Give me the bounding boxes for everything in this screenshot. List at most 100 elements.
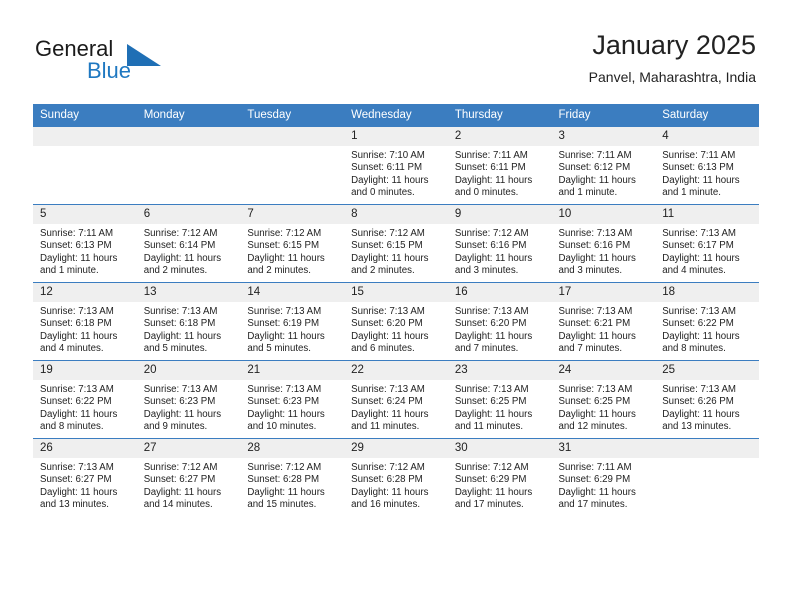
sunset-text: Sunset: 6:22 PM	[662, 318, 734, 330]
sunset-text: Sunset: 6:18 PM	[40, 318, 112, 330]
daylight-text: Daylight: 11 hours and 17 minutes.	[454, 486, 533, 511]
calendar-day-cell[interactable]: 18 Sunrise: 7:13 AM Sunset: 6:22 PM Dayligh…	[655, 282, 759, 361]
calendar-day-cell-empty	[136, 126, 241, 205]
calendar-day-cell[interactable]: 1 Sunrise: 7:10 AM Sunset: 6:11 PM Daylight…	[344, 126, 448, 205]
calendar-day-cell[interactable]: 8 Sunrise: 7:12 AM Sunset: 6:15 PM Daylight…	[344, 204, 448, 283]
day-number: 2	[447, 127, 552, 146]
weekday-header-wednesday: Wednesday	[344, 104, 448, 127]
day-number: 1	[344, 127, 448, 146]
sunset-text: Sunset: 6:13 PM	[662, 162, 734, 174]
day-number: 16	[447, 283, 552, 302]
calendar-day-cell[interactable]: 16 Sunrise: 7:13 AM Sunset: 6:20 PM Dayligh…	[447, 282, 552, 361]
calendar-week-row: 19 Sunrise: 7:13 AM Sunset: 6:22 PM Dayligh…	[33, 360, 759, 439]
calendar-day-cell[interactable]: 17 Sunrise: 7:13 AM Sunset: 6:21 PM Dayligh…	[551, 282, 656, 361]
daylight-text: Daylight: 11 hours and 2 minutes.	[351, 252, 429, 277]
day-number: 23	[447, 361, 552, 380]
calendar-day-cell[interactable]: 23 Sunrise: 7:13 AM Sunset: 6:25 PM Dayligh…	[447, 360, 552, 439]
general-blue-logo[interactable]: General Blue	[35, 36, 215, 88]
calendar-day-cell[interactable]: 22 Sunrise: 7:13 AM Sunset: 6:24 PM Dayligh…	[344, 360, 448, 439]
page-title: January 2025	[592, 30, 756, 60]
calendar-day-cell[interactable]: 25 Sunrise: 7:13 AM Sunset: 6:26 PM Dayligh…	[655, 360, 759, 439]
calendar-day-cell[interactable]: 3 Sunrise: 7:11 AM Sunset: 6:12 PM Daylight…	[551, 126, 656, 205]
day-number: 17	[551, 283, 656, 302]
calendar-day-cell[interactable]: 21 Sunrise: 7:13 AM Sunset: 6:23 PM Dayligh…	[240, 360, 345, 439]
daylight-text: Daylight: 11 hours and 10 minutes.	[247, 408, 325, 433]
day-info: Sunrise: 7:13 AM Sunset: 6:21 PM Daylight:…	[552, 302, 656, 356]
sunset-text: Sunset: 6:11 PM	[454, 162, 526, 174]
day-number: 15	[344, 283, 448, 302]
calendar-day-cell[interactable]: 10 Sunrise: 7:13 AM Sunset: 6:16 PM Dayligh…	[551, 204, 656, 283]
daylight-text: Daylight: 11 hours and 12 minutes.	[558, 408, 636, 433]
day-number: 18	[655, 283, 759, 302]
sunset-text: Sunset: 6:25 PM	[558, 396, 631, 408]
weekday-header-saturday: Saturday	[655, 104, 759, 127]
daylight-text: Daylight: 11 hours and 4 minutes.	[40, 330, 118, 355]
day-info: Sunrise: 7:13 AM Sunset: 6:16 PM Daylight:…	[552, 224, 656, 278]
day-number: 27	[136, 439, 241, 458]
sunrise-text: Sunrise: 7:13 AM	[454, 306, 529, 317]
daylight-text: Daylight: 11 hours and 1 minute.	[40, 252, 118, 277]
sunrise-text: Sunrise: 7:13 AM	[558, 306, 633, 317]
calendar-day-cell[interactable]: 27 Sunrise: 7:12 AM Sunset: 6:27 PM Dayligh…	[136, 438, 241, 516]
calendar-day-cell[interactable]: 2 Sunrise: 7:11 AM Sunset: 6:11 PM Daylight…	[447, 126, 552, 205]
calendar-day-cell[interactable]: 4 Sunrise: 7:11 AM Sunset: 6:13 PM Daylight…	[655, 126, 759, 205]
sunset-text: Sunset: 6:22 PM	[40, 396, 112, 408]
day-info: Sunrise: 7:12 AM Sunset: 6:16 PM Daylight:…	[448, 224, 552, 278]
calendar-day-cell[interactable]: 6 Sunrise: 7:12 AM Sunset: 6:14 PM Daylight…	[136, 204, 241, 283]
day-number: 7	[240, 205, 345, 224]
sunrise-text: Sunrise: 7:11 AM	[454, 150, 528, 161]
day-number	[33, 127, 137, 146]
sunrise-text: Sunrise: 7:11 AM	[558, 462, 632, 473]
calendar-day-cell[interactable]: 15 Sunrise: 7:13 AM Sunset: 6:20 PM Dayligh…	[344, 282, 448, 361]
daylight-text: Daylight: 11 hours and 7 minutes.	[454, 330, 533, 355]
calendar-body: 1 Sunrise: 7:10 AM Sunset: 6:11 PM Daylight…	[33, 126, 759, 516]
calendar-day-cell[interactable]: 24 Sunrise: 7:13 AM Sunset: 6:25 PM Dayligh…	[551, 360, 656, 439]
sunrise-text: Sunrise: 7:13 AM	[351, 306, 425, 317]
calendar-day-cell[interactable]: 7 Sunrise: 7:12 AM Sunset: 6:15 PM Daylight…	[240, 204, 345, 283]
day-info: Sunrise: 7:12 AM Sunset: 6:15 PM Daylight:…	[240, 224, 344, 278]
sunrise-text: Sunrise: 7:13 AM	[247, 306, 322, 317]
day-number: 9	[447, 205, 552, 224]
day-info: Sunrise: 7:13 AM Sunset: 6:19 PM Daylight:…	[240, 302, 344, 356]
day-info: Sunrise: 7:13 AM Sunset: 6:25 PM Daylight:…	[448, 380, 552, 434]
sunset-text: Sunset: 6:21 PM	[558, 318, 631, 330]
sunset-text: Sunset: 6:24 PM	[351, 396, 423, 408]
day-info: Sunrise: 7:12 AM Sunset: 6:14 PM Daylight:…	[137, 224, 241, 278]
calendar-day-cell[interactable]: 11 Sunrise: 7:13 AM Sunset: 6:17 PM Dayligh…	[655, 204, 759, 283]
calendar-day-cell[interactable]: 29 Sunrise: 7:12 AM Sunset: 6:28 PM Dayligh…	[344, 438, 448, 516]
calendar-day-cell[interactable]: 19 Sunrise: 7:13 AM Sunset: 6:22 PM Dayligh…	[33, 360, 137, 439]
day-info: Sunrise: 7:12 AM Sunset: 6:28 PM Daylight:…	[240, 458, 344, 512]
calendar-day-cell[interactable]: 28 Sunrise: 7:12 AM Sunset: 6:28 PM Dayligh…	[240, 438, 345, 516]
daylight-text: Daylight: 11 hours and 8 minutes.	[40, 408, 118, 433]
calendar-day-cell[interactable]: 26 Sunrise: 7:13 AM Sunset: 6:27 PM Dayligh…	[33, 438, 137, 516]
calendar-day-cell[interactable]: 20 Sunrise: 7:13 AM Sunset: 6:23 PM Dayligh…	[136, 360, 241, 439]
day-number: 13	[136, 283, 241, 302]
day-info: Sunrise: 7:12 AM Sunset: 6:27 PM Daylight:…	[137, 458, 241, 512]
calendar-day-cell[interactable]: 9 Sunrise: 7:12 AM Sunset: 6:16 PM Daylight…	[447, 204, 552, 283]
calendar-day-cell[interactable]: 30 Sunrise: 7:12 AM Sunset: 6:29 PM Dayligh…	[447, 438, 552, 516]
sunrise-text: Sunrise: 7:11 AM	[558, 150, 632, 161]
day-number: 10	[551, 205, 656, 224]
daylight-text: Daylight: 11 hours and 2 minutes.	[247, 252, 325, 277]
calendar-day-cell[interactable]: 13 Sunrise: 7:13 AM Sunset: 6:18 PM Dayligh…	[136, 282, 241, 361]
sunrise-text: Sunrise: 7:12 AM	[143, 228, 218, 239]
daylight-text: Daylight: 11 hours and 1 minute.	[558, 174, 636, 199]
day-number	[240, 127, 345, 146]
day-number: 19	[33, 361, 137, 380]
calendar-day-cell-empty	[655, 438, 759, 516]
calendar-day-cell-empty	[33, 126, 137, 205]
sunrise-text: Sunrise: 7:13 AM	[247, 384, 322, 395]
sunset-text: Sunset: 6:12 PM	[558, 162, 631, 174]
sunrise-text: Sunrise: 7:10 AM	[351, 150, 425, 161]
day-number: 28	[240, 439, 345, 458]
calendar-day-cell[interactable]: 31 Sunrise: 7:11 AM Sunset: 6:29 PM Dayligh…	[551, 438, 656, 516]
sunset-text: Sunset: 6:23 PM	[143, 396, 216, 408]
sunrise-text: Sunrise: 7:13 AM	[662, 306, 736, 317]
calendar-day-cell[interactable]: 14 Sunrise: 7:13 AM Sunset: 6:19 PM Dayligh…	[240, 282, 345, 361]
calendar-day-cell[interactable]: 12 Sunrise: 7:13 AM Sunset: 6:18 PM Dayligh…	[33, 282, 137, 361]
sunset-text: Sunset: 6:28 PM	[351, 474, 423, 486]
day-number: 31	[551, 439, 656, 458]
calendar-day-cell[interactable]: 5 Sunrise: 7:11 AM Sunset: 6:13 PM Daylight…	[33, 204, 137, 283]
day-info: Sunrise: 7:13 AM Sunset: 6:17 PM Daylight:…	[655, 224, 759, 278]
daylight-text: Daylight: 11 hours and 11 minutes.	[454, 408, 533, 433]
